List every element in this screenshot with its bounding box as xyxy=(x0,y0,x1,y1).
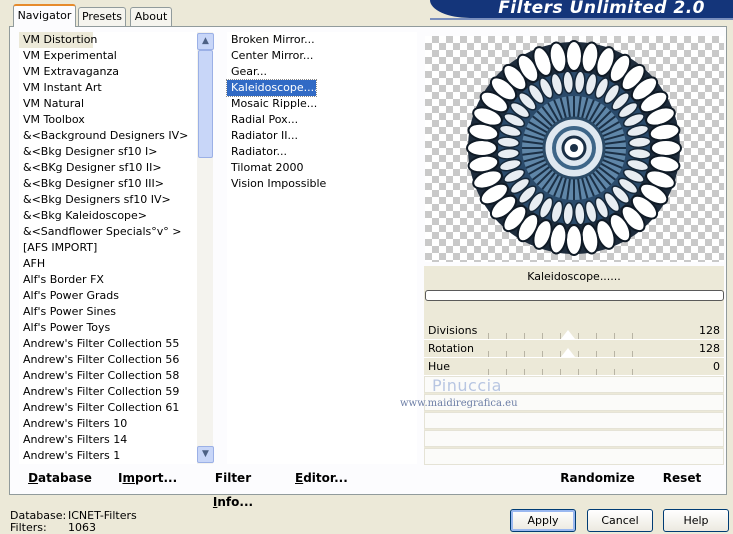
category-item[interactable]: Andrew's Filters 10 xyxy=(19,416,197,432)
category-item[interactable]: Andrew's Filters 14 xyxy=(19,432,197,448)
category-item[interactable]: Andrew's Filter Collection 59 xyxy=(19,384,197,400)
tab-navigator[interactable]: Navigator xyxy=(13,4,76,27)
status-filters: Filters: 1063 xyxy=(10,521,96,534)
slider-track[interactable] xyxy=(488,369,648,375)
reset-button[interactable]: Reset xyxy=(660,466,704,490)
scroll-thumb[interactable] xyxy=(198,50,213,158)
category-item[interactable]: &<Background Designers IV> xyxy=(19,128,197,144)
preview-image xyxy=(425,36,724,262)
category-item[interactable]: VM Distortion xyxy=(19,32,97,48)
empty-param-row xyxy=(424,448,724,465)
category-item[interactable]: &<Bkg Kaleidoscope> xyxy=(19,208,197,224)
hotkey: m xyxy=(122,471,135,485)
hotkey: E xyxy=(295,471,304,485)
param-divisions[interactable]: Divisions 128 xyxy=(424,322,724,340)
category-item[interactable]: &<Bkg Designer sf10 III> xyxy=(19,176,197,192)
slider-thumb[interactable] xyxy=(561,348,576,357)
scroll-up-icon[interactable]: ▲ xyxy=(197,33,214,50)
param-label: Divisions xyxy=(428,324,478,337)
label-rest: ditor... xyxy=(303,471,348,485)
watermark-url: www.maidiregrafica.eu xyxy=(400,398,518,409)
editor-button[interactable]: Editor... xyxy=(295,466,348,490)
param-value: 128 xyxy=(699,342,720,355)
category-item[interactable]: Alf's Power Toys xyxy=(19,320,197,336)
category-item[interactable]: VM Natural xyxy=(19,96,197,112)
filter-item[interactable]: Mosaic Ripple... xyxy=(227,96,417,112)
category-item[interactable]: VM Experimental xyxy=(19,48,197,64)
filter-item[interactable]: Gear... xyxy=(227,64,417,80)
filter-info-button[interactable]: Filter Info... xyxy=(198,466,268,509)
category-item[interactable]: Alf's Border FX xyxy=(19,272,197,288)
param-label: Rotation xyxy=(428,342,475,355)
filter-item[interactable]: Center Mirror... xyxy=(227,48,417,64)
label-rest: nfo... xyxy=(217,495,254,509)
empty-param-row xyxy=(424,412,724,429)
status-value: 1063 xyxy=(68,521,96,534)
param-label: Hue xyxy=(428,360,451,373)
filter-item[interactable]: Broken Mirror... xyxy=(227,32,417,48)
category-item[interactable]: VM Toolbox xyxy=(19,112,197,128)
filter-list[interactable]: Broken Mirror... Center Mirror... Gear... K… xyxy=(226,32,417,464)
category-item[interactable]: VM Extravaganza xyxy=(19,64,197,80)
category-item[interactable]: &<BKg Designer sf10 II> xyxy=(19,160,197,176)
cancel-button[interactable]: Cancel xyxy=(587,509,653,532)
category-item[interactable]: VM Instant Art xyxy=(19,80,197,96)
kaleidoscope-preview-icon xyxy=(466,40,682,256)
category-item[interactable]: Andrew's Filter Collection 55 xyxy=(19,336,197,352)
category-list[interactable]: VM Distortion VM Experimental VM Extravaga… xyxy=(19,32,197,464)
param-hue[interactable]: Hue 0 xyxy=(424,358,724,376)
filter-item[interactable]: Radiator... xyxy=(227,144,417,160)
category-item[interactable]: [AFS IMPORT] xyxy=(19,240,197,256)
tab-presets[interactable]: Presets xyxy=(78,7,126,26)
category-item[interactable]: &<Bkg Designers sf10 IV> xyxy=(19,192,197,208)
category-item[interactable]: Alf's Power Sines xyxy=(19,304,197,320)
category-item[interactable]: Andrew's Filter Collection 58 xyxy=(19,368,197,384)
filter-item[interactable]: Radial Pox... xyxy=(227,112,417,128)
progress-bar xyxy=(425,290,724,301)
app-title: Filters Unlimited 2.0 xyxy=(498,0,705,18)
filter-item[interactable]: Radiator II... xyxy=(227,128,417,144)
selected-filter-name: Kaleidoscope...... xyxy=(527,270,621,283)
hotkey: D xyxy=(28,471,39,485)
label-pre: Filter xyxy=(214,471,252,485)
scroll-down-icon[interactable]: ▼ xyxy=(197,446,214,463)
tab-about[interactable]: About xyxy=(130,7,172,26)
category-item[interactable]: &<Bkg Designer sf10 I> xyxy=(19,144,197,160)
category-item[interactable]: Alf's Power Grads xyxy=(19,288,197,304)
filter-item[interactable]: Vision Impossible xyxy=(227,176,417,192)
title-banner: Filters Unlimited 2.0 xyxy=(430,0,733,18)
filter-item[interactable]: Kaleidoscope...... xyxy=(226,79,325,97)
param-value: 0 xyxy=(713,360,720,373)
filter-item[interactable]: Tilomat 2000 xyxy=(227,160,417,176)
label-rest: port... xyxy=(134,471,178,485)
param-value: 128 xyxy=(699,324,720,337)
import-button[interactable]: Import... xyxy=(118,466,178,490)
param-rotation[interactable]: Rotation 128 xyxy=(424,340,724,358)
category-item[interactable]: AFH xyxy=(19,256,197,272)
label-rest: atabase xyxy=(38,471,92,485)
category-item[interactable]: Andrew's Filter Collection 61 xyxy=(19,400,197,416)
empty-param-row xyxy=(424,430,724,447)
category-item[interactable]: Andrew's Filter Collection 56 xyxy=(19,352,197,368)
apply-button[interactable]: Apply xyxy=(510,509,576,532)
category-item[interactable]: Andrew's Filters 1 xyxy=(19,448,197,464)
randomize-button[interactable]: Randomize xyxy=(560,466,635,490)
category-scrollbar[interactable]: ▲ ▼ xyxy=(196,32,214,464)
category-item[interactable]: &<Sandflower Specials°v° > xyxy=(19,224,197,240)
banner-underline xyxy=(430,18,733,20)
database-button[interactable]: Database xyxy=(28,466,92,490)
slider-thumb[interactable] xyxy=(561,330,576,339)
help-button[interactable]: Help xyxy=(663,509,729,532)
status-label: Filters: xyxy=(10,521,47,534)
watermark-name: Pinuccia xyxy=(432,376,502,395)
